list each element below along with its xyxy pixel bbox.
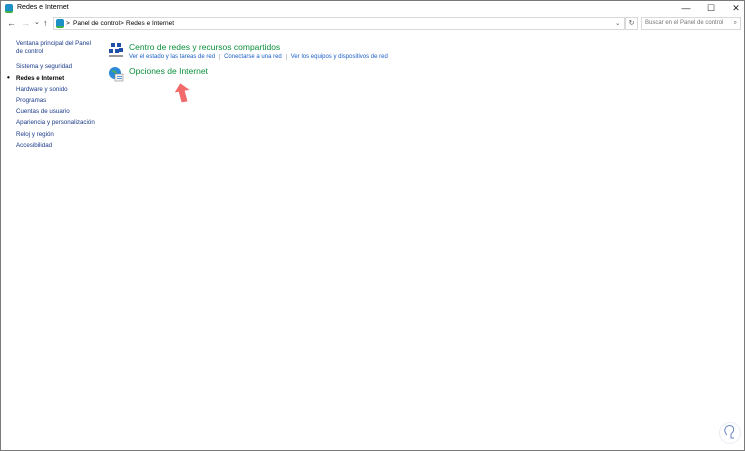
minimize-button[interactable]: — [673,1,699,16]
recent-locations-button[interactable]: ⌄ [34,17,40,29]
control-panel-icon [5,4,13,13]
view-network-status-link[interactable]: Ver el estado y las tareas de red [129,54,219,60]
watermark-logo [719,422,741,444]
breadcrumb-panel-de-control[interactable]: Panel de control [73,19,120,29]
internet-options-icon [109,67,124,82]
network-sharing-center-link[interactable]: Centro de redes y recursos compartidos [129,42,280,52]
sidebar-item-programs[interactable]: Programas [16,97,101,105]
refresh-button[interactable]: ↻ [625,17,638,30]
sidebar-item-hardware-sound[interactable]: Hardware y sonido [16,86,101,94]
connect-to-network-link[interactable]: Conectarse a una red [219,54,286,60]
breadcrumb-separator: > [120,20,124,27]
sidebar-item-system-security[interactable]: Sistema y seguridad [16,63,101,71]
network-icon [109,43,123,57]
search-placeholder: Buscar en el Panel de control [645,20,724,26]
sidebar-item-appearance[interactable]: Apariencia y personalización [16,119,101,127]
up-button[interactable]: ↑ [43,17,48,29]
search-input[interactable]: Buscar en el Panel de control ⌕ [641,17,741,30]
pointer-arrow-annotation [175,83,190,103]
window-title: Redes e Internet [17,4,69,11]
internet-options-link[interactable]: Opciones de Internet [129,66,208,76]
maximize-button[interactable]: ☐ [698,1,724,16]
control-panel-icon [56,19,64,28]
title-bar: Redes e Internet — ☐ ✕ [1,0,744,15]
sidebar-item-clock-region[interactable]: Reloj y región [16,131,101,139]
search-icon: ⌕ [733,20,737,26]
navigation-bar: ← → ⌄ ↑ > Panel de control > Redes e Int… [1,15,744,31]
breadcrumb-separator: > [66,20,70,27]
view-network-devices-link[interactable]: Ver los equipos y dispositivos de red [285,54,392,60]
back-button[interactable]: ← [7,17,16,29]
close-button[interactable]: ✕ [723,1,745,16]
forward-button[interactable]: → [21,17,30,29]
breadcrumb-redes-e-internet[interactable]: Redes e Internet [126,19,174,29]
address-bar[interactable]: > Panel de control > Redes e Internet ⌄ [53,17,625,30]
sidebar-item-home[interactable]: Ventana principal del Panel de control [16,40,96,55]
sidebar: Ventana principal del Panel de control S… [7,40,101,153]
sidebar-item-user-accounts[interactable]: Cuentas de usuario [16,108,101,116]
sidebar-item-network-internet[interactable]: Redes e Internet [7,74,101,83]
address-dropdown-button[interactable]: ⌄ [615,19,620,29]
sidebar-item-accessibility[interactable]: Accesibilidad [16,142,101,150]
